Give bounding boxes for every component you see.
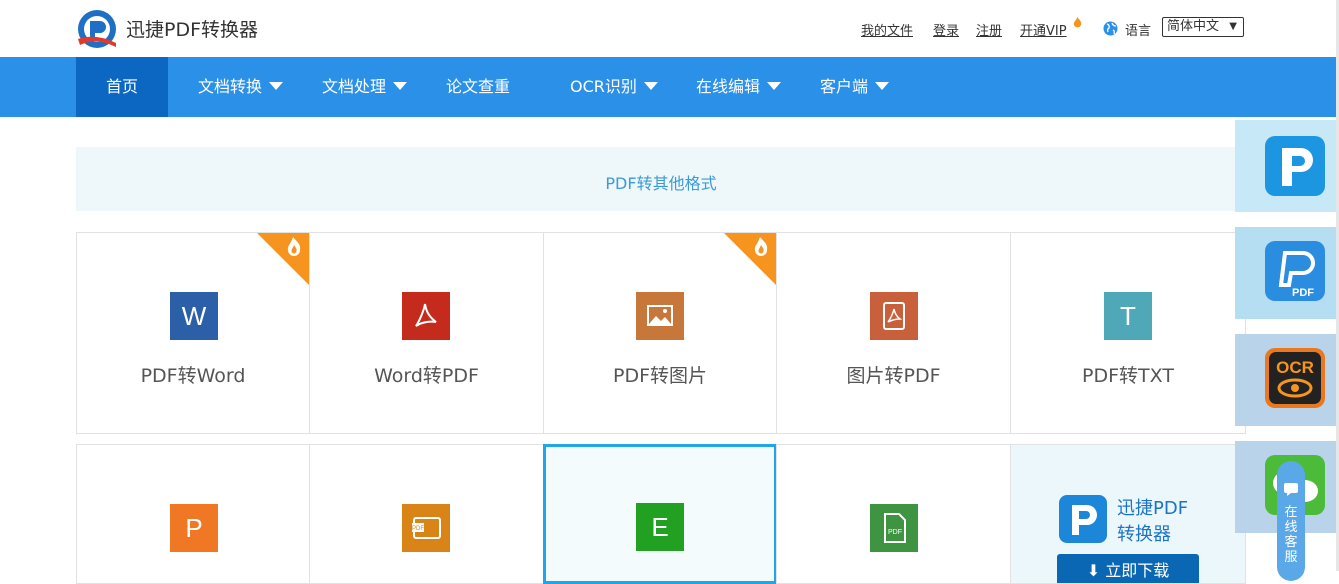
online-service-button[interactable]: 在 线 客 服 — [1277, 461, 1305, 581]
nav-doc-process[interactable]: 文档处理 — [322, 57, 408, 117]
vip-link[interactable]: 开通VIP — [1020, 20, 1067, 39]
dropdown-arrow-icon — [269, 81, 284, 90]
language-selected: 简体中文 — [1167, 19, 1220, 34]
nav-online-edit-label: 在线编辑 — [696, 77, 761, 96]
tool-label: PDF转图片 — [612, 365, 708, 387]
txt-icon: T — [1104, 292, 1152, 340]
globe-icon — [1103, 21, 1118, 36]
download-button[interactable]: ⬇ 立即下载 — [1057, 554, 1199, 583]
side-ocr-app[interactable]: OCR — [1235, 334, 1336, 426]
service-char: 客 — [1284, 535, 1298, 550]
nav-home-label: 首页 — [105, 77, 138, 96]
nav-online-edit[interactable]: 在线编辑 — [696, 57, 782, 117]
pdf-acrobat-icon — [402, 292, 450, 340]
section-title: PDF转其他格式 — [605, 174, 717, 193]
ocr-app-icon: OCR — [1265, 348, 1325, 408]
nav-paper-check[interactable]: 论文查重 — [446, 57, 510, 117]
svg-text:PDF: PDF — [412, 526, 424, 532]
nav-ocr[interactable]: OCR识别 — [570, 57, 658, 117]
side-pdf-converter-app[interactable] — [1235, 120, 1336, 212]
tool-card-pdf-to-ppt[interactable]: P — [76, 444, 310, 584]
pdf-slides-icon: PDF — [402, 504, 450, 552]
tool-label: Word转PDF — [374, 365, 479, 387]
tool-label: 图片转PDF — [846, 365, 941, 387]
pdf-converter-logo-icon — [1059, 495, 1107, 543]
tool-card-excel-to-pdf[interactable]: PDF — [776, 444, 1011, 584]
nav-client-label: 客户端 — [820, 77, 869, 96]
chat-icon — [1284, 483, 1298, 496]
nav-home[interactable]: 首页 — [76, 57, 168, 117]
dropdown-arrow-icon — [393, 81, 408, 90]
language-label: 语言 — [1125, 24, 1152, 39]
ppt-icon: P — [170, 504, 218, 552]
svg-text:OCR: OCR — [1276, 358, 1314, 377]
caret-down-icon: ▼ — [1229, 21, 1237, 32]
dropdown-arrow-icon — [875, 81, 890, 90]
language-select[interactable]: 简体中文 ▼ — [1162, 17, 1244, 37]
my-files-link[interactable]: 我的文件 — [861, 20, 913, 39]
tool-card-pdf-to-txt[interactable]: T PDF转TXT — [1010, 232, 1246, 434]
image-icon — [636, 292, 684, 340]
service-char: 在 — [1284, 505, 1298, 520]
tool-card-ppt-to-pdf[interactable]: PDF — [309, 444, 544, 584]
top-header: 迅捷PDF转换器 我的文件 登录 注册 开通VIP 语言 简体中文 ▼ — [0, 0, 1339, 57]
tool-card-pdf-to-excel[interactable]: E — [543, 444, 777, 584]
pdf-converter-app-icon — [1265, 136, 1325, 196]
nav-client[interactable]: 客户端 — [820, 57, 890, 117]
login-link[interactable]: 登录 — [933, 20, 959, 39]
side-pdf-editor-app[interactable]: PDF — [1235, 227, 1336, 319]
tool-card-pdf-to-image[interactable]: PDF转图片 — [543, 232, 777, 434]
nav-doc-process-label: 文档处理 — [322, 77, 387, 96]
nav-doc-convert[interactable]: 文档转换 — [198, 57, 284, 117]
tool-card-word-to-pdf[interactable]: Word转PDF — [309, 232, 544, 434]
nav-paper-check-label: 论文查重 — [446, 77, 511, 96]
svg-text:PDF: PDF — [888, 529, 902, 536]
register-link[interactable]: 注册 — [976, 20, 1002, 39]
tool-card-image-to-pdf[interactable]: 图片转PDF — [776, 232, 1011, 434]
tool-label: PDF转TXT — [1082, 365, 1174, 387]
tool-card-pdf-to-word[interactable]: W PDF转Word — [76, 232, 310, 434]
online-service-label: 在 线 客 服 — [1277, 505, 1305, 565]
excel-icon: E — [636, 503, 684, 551]
pdf-green-icon: PDF — [870, 504, 918, 552]
main-nav: 首页 文档转换 文档处理 论文查重 OCR识别 在线编辑 客户端 — [0, 57, 1336, 117]
hot-flame-badge-icon — [724, 233, 776, 285]
dropdown-arrow-icon — [767, 81, 782, 90]
promo-title: 迅捷PDF 转换器 — [1117, 496, 1188, 548]
nav-ocr-label: OCR识别 — [570, 77, 637, 96]
pdf-file-icon — [870, 292, 918, 340]
hot-flame-badge-icon — [257, 233, 309, 285]
dropdown-arrow-icon — [643, 81, 658, 90]
service-char: 服 — [1284, 550, 1298, 565]
nav-doc-convert-label: 文档转换 — [198, 77, 263, 96]
promo-line-2: 转换器 — [1117, 524, 1171, 545]
promo-card: 迅捷PDF 转换器 ⬇ 立即下载 — [1010, 444, 1246, 584]
promo-line-1: 迅捷PDF — [1117, 498, 1189, 519]
flame-icon — [1073, 17, 1082, 28]
service-char: 线 — [1284, 520, 1298, 535]
svg-text:PDF: PDF — [1292, 287, 1314, 299]
word-icon: W — [170, 292, 218, 340]
tool-label: PDF转Word — [140, 365, 246, 387]
pdf-editor-app-icon: PDF — [1265, 241, 1325, 301]
